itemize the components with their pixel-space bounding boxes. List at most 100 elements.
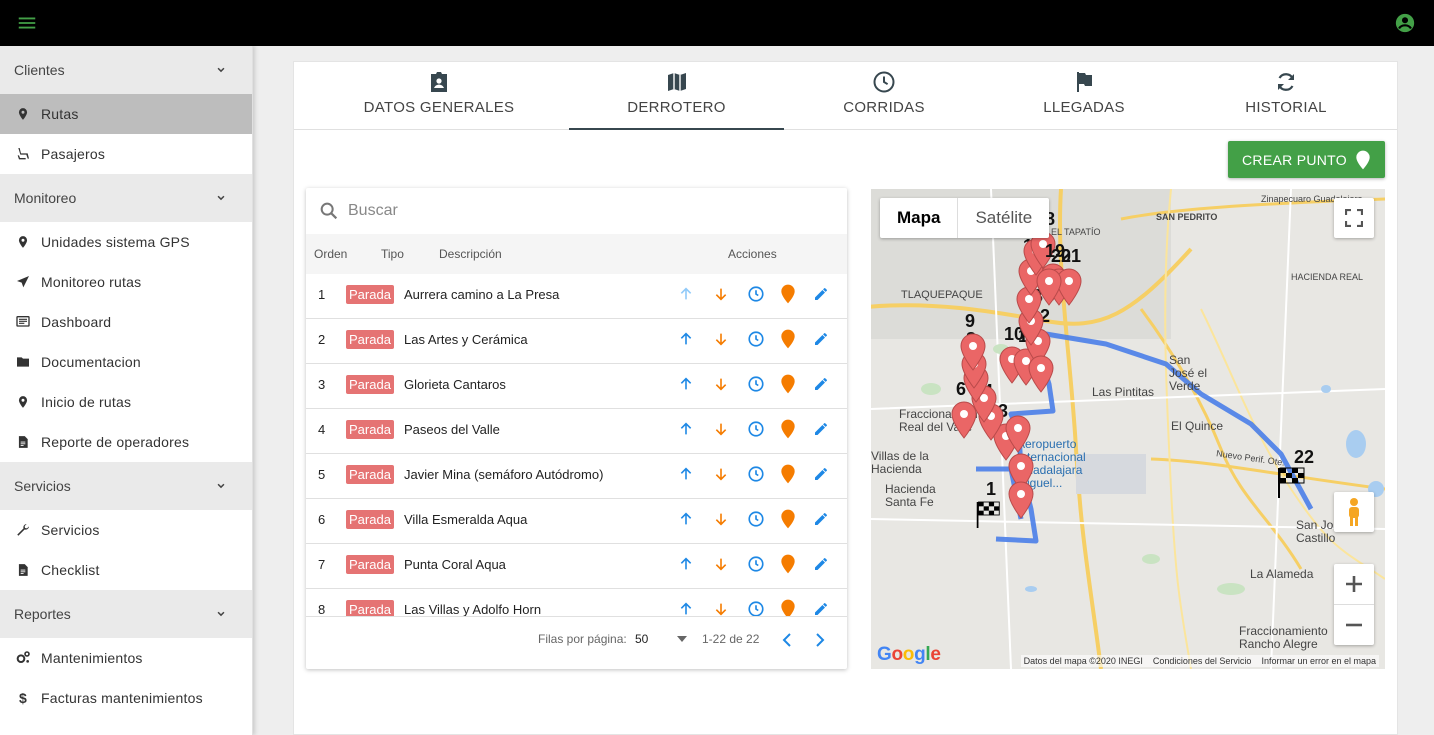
locate-button[interactable] xyxy=(778,554,798,575)
map-marker-icon[interactable] xyxy=(1005,415,1031,453)
edit-button[interactable] xyxy=(811,465,831,485)
schedule-button[interactable] xyxy=(746,330,766,350)
clock-icon xyxy=(873,71,895,93)
street-view-button[interactable] xyxy=(1334,492,1374,532)
schedule-button[interactable] xyxy=(746,600,766,616)
tab-llegadas[interactable]: LLEGADAS xyxy=(1014,62,1154,130)
sidebar-item-mantenimientos[interactable]: Mantenimientos xyxy=(0,638,252,678)
fullscreen-button[interactable] xyxy=(1334,198,1374,238)
route-map[interactable]: TLAQUEPAQUE SAN PEDRITO EL TAPATÍO HACIE… xyxy=(871,189,1385,669)
column-header-descripcion[interactable]: Descripción xyxy=(439,247,502,261)
map-type-mapa-button[interactable]: Mapa xyxy=(880,198,959,238)
schedule-button[interactable] xyxy=(746,375,766,395)
move-down-button[interactable] xyxy=(711,375,731,395)
menu-icon[interactable] xyxy=(16,12,38,34)
move-up-button[interactable] xyxy=(676,600,696,616)
locate-button[interactable] xyxy=(778,599,798,616)
search-input[interactable]: Buscar xyxy=(348,202,398,220)
edit-icon xyxy=(813,601,829,617)
sidebar-item-facturas[interactable]: $ Facturas mantenimientos xyxy=(0,678,252,718)
create-point-button[interactable]: CREAR PUNTO xyxy=(1228,141,1385,178)
schedule-button[interactable] xyxy=(746,465,766,485)
sidebar-item-monitoreo-rutas[interactable]: Monitoreo rutas xyxy=(0,262,252,302)
sidebar-item-dashboard[interactable]: Dashboard xyxy=(0,302,252,342)
move-up-button[interactable] xyxy=(676,420,696,440)
tab-corridas[interactable]: CORRIDAS xyxy=(814,62,954,130)
sidebar-item-rutas[interactable]: Rutas xyxy=(0,94,252,134)
tab-historial[interactable]: HISTORIAL xyxy=(1216,62,1356,130)
move-up-button[interactable] xyxy=(676,510,696,530)
flag-icon xyxy=(1077,72,1092,92)
move-down-button[interactable] xyxy=(711,420,731,440)
locate-button[interactable] xyxy=(778,374,798,395)
move-up-button[interactable] xyxy=(676,375,696,395)
google-logo[interactable]: Google xyxy=(877,644,941,666)
edit-button[interactable] xyxy=(811,600,831,616)
edit-button[interactable] xyxy=(811,510,831,530)
move-up-button[interactable] xyxy=(676,465,696,485)
locate-button[interactable] xyxy=(778,509,798,530)
map-marker-icon[interactable] xyxy=(1028,355,1054,393)
column-header-orden[interactable]: Orden xyxy=(314,247,347,261)
sidebar-item-checklist[interactable]: Checklist xyxy=(0,550,252,590)
locate-button[interactable] xyxy=(778,284,798,305)
map-marker-icon[interactable] xyxy=(951,401,977,439)
move-down-button[interactable] xyxy=(711,555,731,575)
tab-datos-generales[interactable]: DATOS GENERALES xyxy=(332,62,546,130)
edit-button[interactable] xyxy=(811,330,831,350)
move-down-button[interactable] xyxy=(711,465,731,485)
sidebar-section-servicios[interactable]: Servicios xyxy=(0,462,252,510)
move-up-button[interactable] xyxy=(676,555,696,575)
arrow-up-icon xyxy=(678,286,694,305)
schedule-button[interactable] xyxy=(746,510,766,530)
locate-button[interactable] xyxy=(778,329,798,350)
edit-button[interactable] xyxy=(811,375,831,395)
move-up-button[interactable] xyxy=(676,330,696,350)
sidebar-item-documentacion[interactable]: Documentacion xyxy=(0,342,252,382)
sidebar-section-reportes[interactable]: Reportes xyxy=(0,590,252,638)
schedule-button[interactable] xyxy=(746,285,766,305)
sidebar-item-reporte-operadores[interactable]: Reporte de operadores xyxy=(0,422,252,462)
map-marker-icon[interactable] xyxy=(1036,268,1062,306)
account-circle-icon[interactable] xyxy=(1394,12,1416,34)
schedule-button[interactable] xyxy=(746,555,766,575)
rows-per-page-select[interactable]: 50 xyxy=(635,632,648,646)
tab-derrotero[interactable]: DERROTERO xyxy=(569,62,784,130)
report-error-link[interactable]: Informar un error en el mapa xyxy=(1261,656,1376,666)
move-down-button[interactable] xyxy=(711,510,731,530)
map-marker-icon[interactable] xyxy=(1008,481,1034,519)
edit-button[interactable] xyxy=(811,285,831,305)
sidebar-section-clientes[interactable]: Clientes xyxy=(0,46,252,94)
tab-bar: DATOS GENERALES DERROTERO CORRIDAS LLEGA… xyxy=(294,62,1397,130)
zoom-in-button[interactable] xyxy=(1334,565,1374,605)
sidebar-item-pasajeros[interactable]: Pasajeros xyxy=(0,134,252,174)
locate-button[interactable] xyxy=(778,419,798,440)
schedule-button[interactable] xyxy=(746,420,766,440)
zoom-out-button[interactable] xyxy=(1334,605,1374,645)
map-marker-icon[interactable] xyxy=(960,333,986,371)
finish-flag-icon[interactable] xyxy=(1276,466,1306,500)
terms-link[interactable]: Condiciones del Servicio xyxy=(1153,656,1252,666)
dropdown-arrow-icon[interactable] xyxy=(677,636,687,642)
move-up-button[interactable] xyxy=(676,285,696,305)
search-bar[interactable]: Buscar xyxy=(306,188,847,234)
move-down-button[interactable] xyxy=(711,330,731,350)
sidebar-item-servicios[interactable]: Servicios xyxy=(0,510,252,550)
move-down-button[interactable] xyxy=(711,285,731,305)
arrow-down-icon xyxy=(713,466,729,485)
start-flag-icon[interactable] xyxy=(975,499,1001,531)
chevron-left-icon[interactable] xyxy=(780,629,794,651)
sidebar-section-monitoreo[interactable]: Monitoreo xyxy=(0,174,252,222)
sidebar-item-inicio-rutas[interactable]: Inicio de rutas xyxy=(0,382,252,422)
chevron-right-icon[interactable] xyxy=(813,629,827,651)
column-header-tipo[interactable]: Tipo xyxy=(381,247,404,261)
map-type-satelite-button[interactable]: Satélite xyxy=(958,198,1049,238)
edit-button[interactable] xyxy=(811,555,831,575)
locate-button[interactable] xyxy=(778,464,798,485)
row-order: 7 xyxy=(318,557,326,572)
sidebar-item-unidades-gps[interactable]: Unidades sistema GPS xyxy=(0,222,252,262)
edit-button[interactable] xyxy=(811,420,831,440)
move-down-button[interactable] xyxy=(711,600,731,616)
row-order: 1 xyxy=(318,287,326,302)
table-row: 4 Parada Paseos del Valle xyxy=(306,409,847,454)
